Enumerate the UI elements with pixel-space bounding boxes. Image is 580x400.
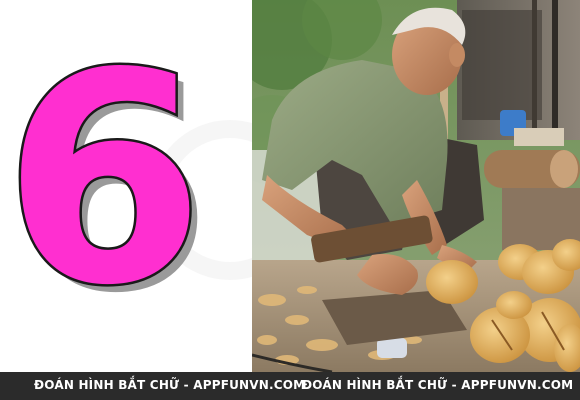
number-panel: 6 6 [0, 0, 252, 372]
puzzle-number: 6 6 [1, 10, 213, 358]
caption-bar: ĐOÁN HÌNH BẮT CHỮ - APPFUNVN.COM ĐOÁN HÌ… [0, 372, 580, 400]
caption-right: ĐOÁN HÌNH BẮT CHỮ - APPFUNVN.COM [302, 378, 574, 392]
woodcarver-photo [252, 0, 580, 372]
photo-panel [252, 0, 580, 372]
number-glyph: 6 [3, 12, 205, 349]
caption-left: ĐOÁN HÌNH BẮT CHỮ - APPFUNVN.COM [34, 378, 306, 392]
puzzle-image: 6 6 ĐOÁN HÌNH BẮT CHỮ - APPFUNVN.COM ĐOÁ… [0, 0, 580, 400]
